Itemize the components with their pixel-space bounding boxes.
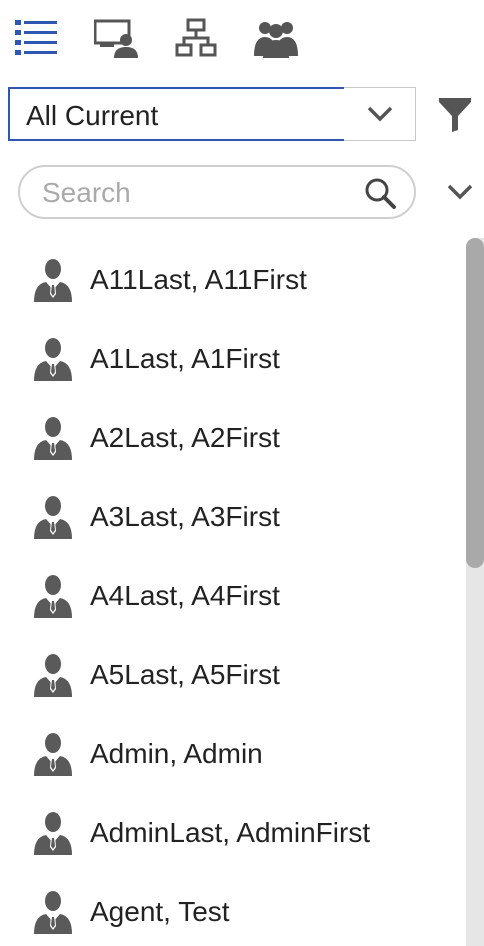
list-item-label: A5Last, A5First [90, 659, 280, 690]
scope-select[interactable]: All Current [8, 87, 416, 141]
list-item-label: A4Last, A4First [90, 580, 280, 611]
scope-select-field[interactable]: All Current [8, 87, 346, 141]
person-icon [34, 812, 72, 855]
list-item[interactable]: A5Last, A5First [0, 635, 464, 714]
list-item[interactable]: A11Last, A11First [0, 240, 464, 319]
search-input[interactable] [40, 175, 364, 211]
desktop-user-icon [94, 19, 138, 58]
org-chart-button[interactable] [172, 14, 220, 62]
list-item-label: Admin, Admin [90, 738, 263, 769]
list-item[interactable]: Agent, Test [0, 872, 464, 946]
list-item[interactable]: A4Last, A4First [0, 556, 464, 635]
group-icon [254, 22, 298, 58]
list-item[interactable]: A2Last, A2First [0, 398, 464, 477]
list-item-label: A1Last, A1First [90, 343, 280, 374]
list-item-label: A3Last, A3First [90, 501, 280, 532]
desktop-user-button[interactable] [92, 14, 140, 62]
person-icon [34, 259, 72, 302]
search-box [18, 165, 416, 219]
list-item-label: A11Last, A11First [90, 264, 307, 295]
person-icon [34, 575, 72, 618]
person-icon [34, 733, 72, 776]
person-icon [34, 417, 72, 460]
expand-options-button[interactable] [440, 172, 480, 212]
org-chart-icon [175, 18, 217, 57]
list-item-label: AdminLast, AdminFirst [90, 817, 371, 848]
list-item[interactable]: A1Last, A1First [0, 319, 464, 398]
chevron-down-icon [447, 184, 473, 200]
list-item[interactable]: Admin, Admin [0, 714, 464, 793]
group-button[interactable] [252, 14, 300, 62]
filter-icon [439, 98, 471, 132]
scope-select-toggle[interactable] [344, 87, 416, 141]
toolbar [0, 0, 484, 80]
scope-select-value: All Current [26, 100, 159, 131]
filter-button[interactable] [434, 94, 476, 136]
list-view-icon [15, 20, 57, 55]
search-icon[interactable] [364, 177, 396, 209]
person-icon [34, 654, 72, 697]
list-view-button[interactable] [12, 14, 60, 62]
person-icon [34, 338, 72, 381]
list-item[interactable]: AdminLast, AdminFirst [0, 793, 464, 872]
person-icon [34, 496, 72, 539]
user-list: A11Last, A11First A1Last, A1First A2Last… [0, 240, 464, 946]
scrollbar-thumb[interactable] [466, 238, 484, 568]
person-icon [34, 891, 72, 934]
chevron-down-icon [367, 106, 392, 122]
list-item-label: A2Last, A2First [90, 422, 280, 453]
list-item-label: Agent, Test [90, 896, 230, 927]
list-item[interactable]: A3Last, A3First [0, 477, 464, 556]
